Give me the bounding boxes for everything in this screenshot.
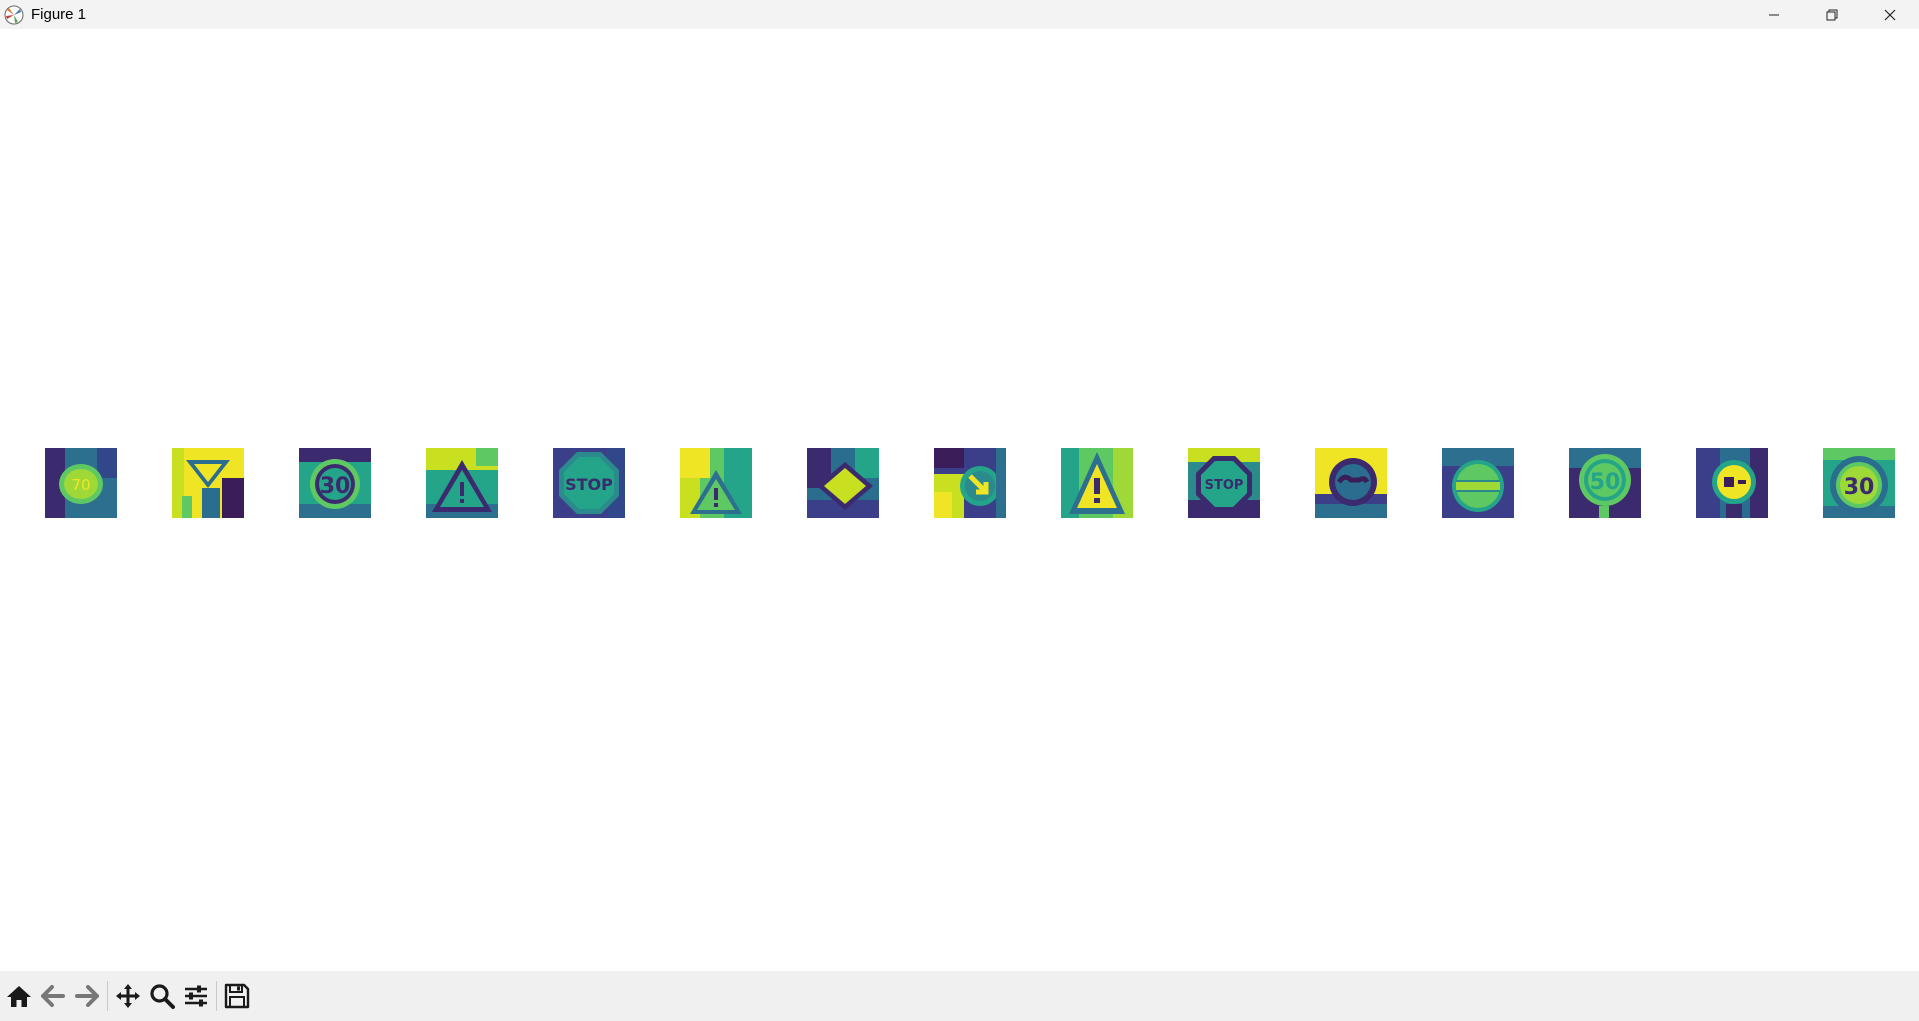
sign-image-14 bbox=[1696, 448, 1768, 518]
configure-subplots-button[interactable] bbox=[179, 979, 213, 1013]
zoom-icon bbox=[150, 984, 175, 1009]
sign-1-text: 70 bbox=[71, 476, 90, 494]
maximize-button[interactable] bbox=[1803, 0, 1861, 29]
sign-10-text: STOP bbox=[1205, 478, 1244, 493]
window-title: Figure 1 bbox=[31, 6, 87, 23]
sign-image-12 bbox=[1442, 448, 1514, 518]
home-button[interactable] bbox=[2, 979, 36, 1013]
sign-image-13: 50 bbox=[1569, 448, 1641, 518]
sign-image-8 bbox=[934, 448, 1006, 518]
minimize-button[interactable] bbox=[1745, 0, 1803, 29]
sign-image-2 bbox=[172, 448, 244, 518]
toolbar-separator bbox=[107, 981, 108, 1011]
save-button[interactable] bbox=[220, 979, 254, 1013]
sign-image-9 bbox=[1061, 448, 1133, 518]
figure-canvas[interactable]: 70 30 STOP STOP 50 30 bbox=[0, 29, 1919, 971]
home-icon bbox=[7, 986, 31, 1007]
pan-button[interactable] bbox=[111, 979, 145, 1013]
navigation-toolbar bbox=[0, 971, 1919, 1021]
pan-icon bbox=[116, 984, 140, 1008]
close-icon bbox=[1884, 9, 1896, 20]
matplotlib-app-icon bbox=[4, 5, 24, 24]
sign-13-text: 50 bbox=[1590, 470, 1621, 495]
window-controls bbox=[1745, 0, 1919, 29]
toolbar-separator bbox=[216, 981, 217, 1011]
forward-arrow-icon bbox=[75, 985, 99, 1007]
sign-image-5: STOP bbox=[553, 448, 625, 518]
sign-image-6 bbox=[680, 448, 752, 518]
close-button[interactable] bbox=[1861, 0, 1919, 29]
title-bar: Figure 1 bbox=[0, 0, 1919, 29]
restore-icon bbox=[1826, 9, 1838, 20]
sign-3-text: 30 bbox=[320, 474, 351, 499]
sign-image-10: STOP bbox=[1188, 448, 1260, 518]
back-button[interactable] bbox=[36, 979, 70, 1013]
sign-5-text: STOP bbox=[565, 475, 613, 494]
forward-button[interactable] bbox=[70, 979, 104, 1013]
sign-image-7 bbox=[807, 448, 879, 518]
sign-image-11 bbox=[1315, 448, 1387, 518]
back-arrow-icon bbox=[41, 985, 65, 1007]
sign-image-1: 70 bbox=[45, 448, 117, 518]
sign-image-15: 30 bbox=[1823, 448, 1895, 518]
minimize-icon bbox=[1769, 14, 1779, 15]
sign-image-4 bbox=[426, 448, 498, 518]
sign-15-text: 30 bbox=[1844, 475, 1875, 500]
sign-image-3: 30 bbox=[299, 448, 371, 518]
configure-subplots-icon bbox=[185, 985, 207, 1007]
zoom-button[interactable] bbox=[145, 979, 179, 1013]
save-icon bbox=[224, 983, 250, 1009]
